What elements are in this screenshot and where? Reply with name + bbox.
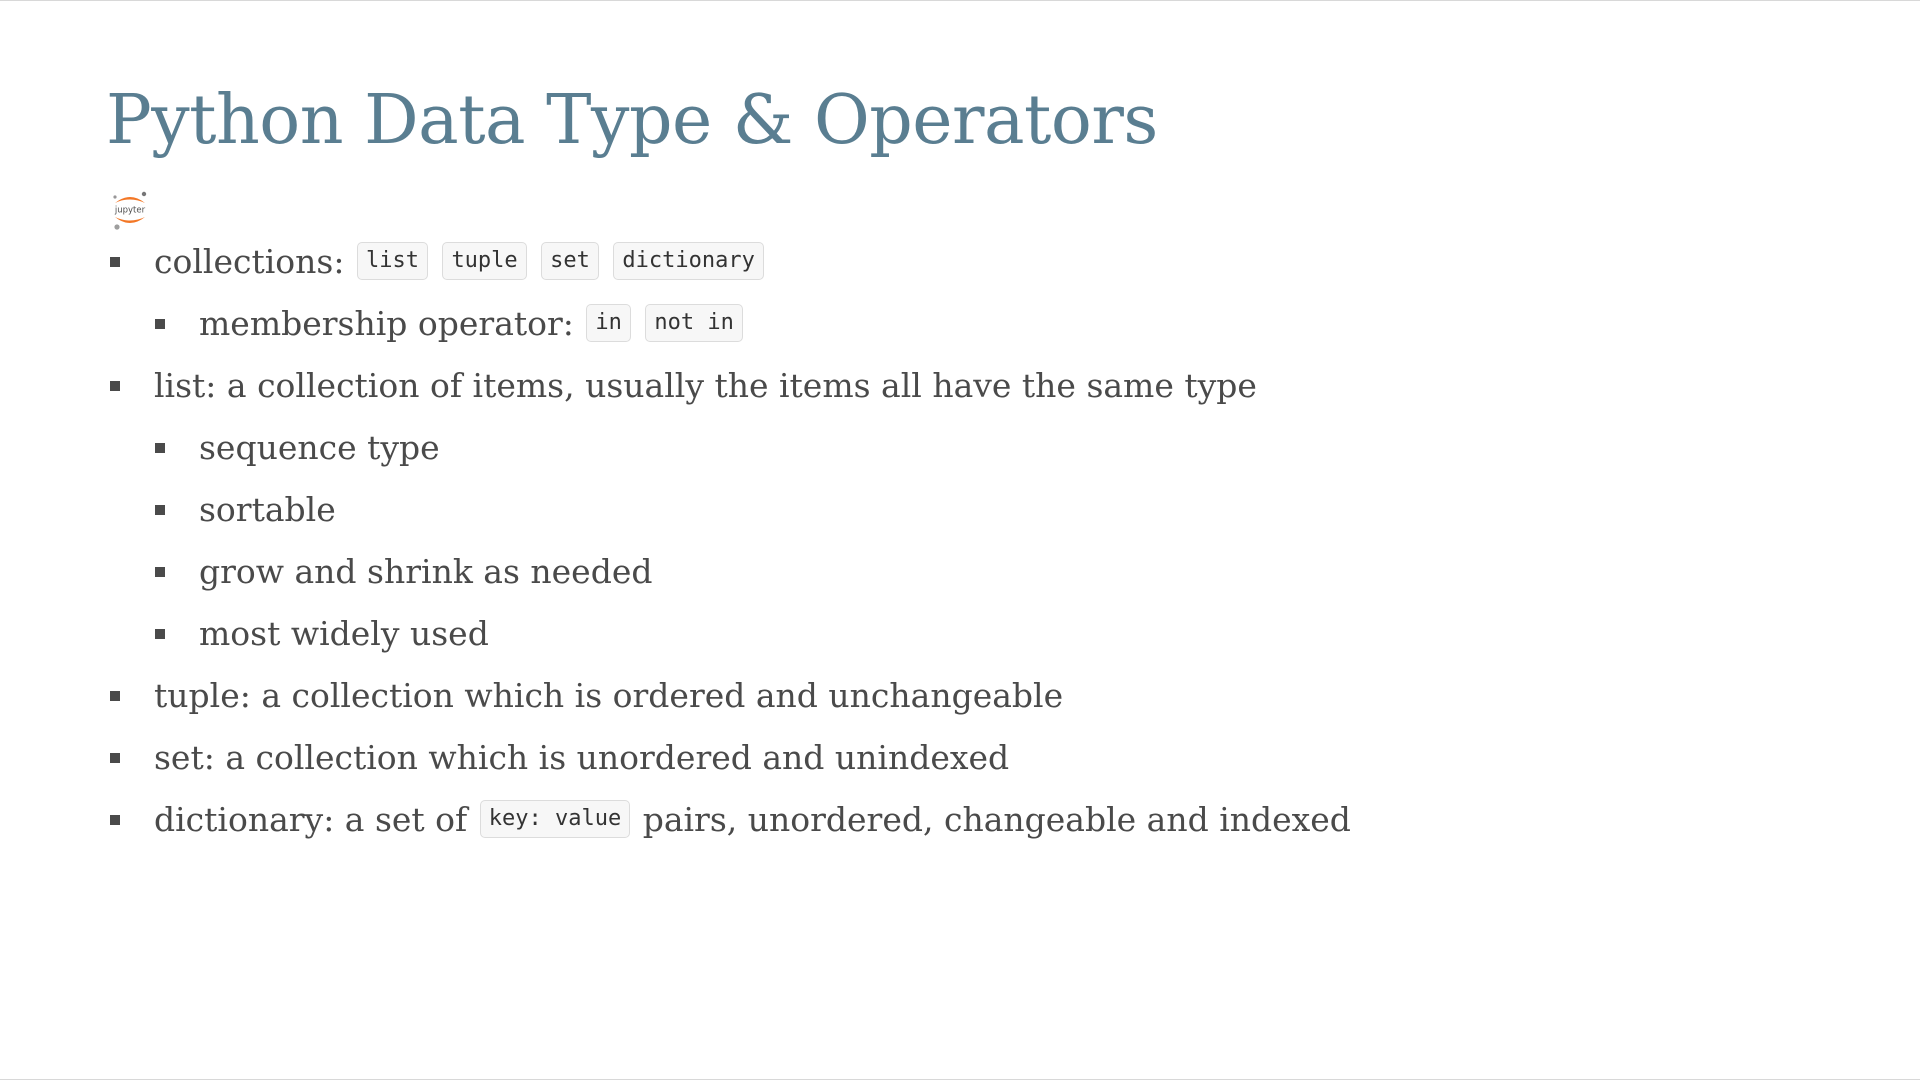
bullet-icon	[155, 629, 165, 639]
item-text: membership operator:	[199, 304, 585, 343]
bullet-icon	[110, 381, 120, 391]
bullet-icon	[110, 691, 120, 701]
slide-title: Python Data Type & Operators	[106, 81, 1158, 160]
list-item-sortable: sortable	[151, 479, 1806, 541]
item-text: grow and shrink as needed	[199, 552, 653, 591]
list-item-collections: collections: list tuple set dictionary m…	[106, 231, 1806, 355]
bullet-list: collections: list tuple set dictionary m…	[106, 231, 1806, 851]
list-item-set: set: a collection which is unordered and…	[106, 727, 1806, 789]
bullet-icon	[155, 505, 165, 515]
list-item-membership-operator: membership operator: in not in	[151, 293, 1806, 355]
code-dictionary: dictionary	[613, 242, 764, 280]
code-tuple: tuple	[442, 242, 527, 280]
code-key-value: key: value	[479, 800, 631, 838]
bullet-icon	[155, 319, 165, 329]
item-text: sortable	[199, 490, 336, 529]
code-list: list	[356, 242, 428, 280]
bullet-icon	[110, 753, 120, 763]
slide: Python Data Type & Operators jupyter col…	[0, 0, 1920, 1080]
item-text: set: a collection which is unordered and…	[154, 738, 1010, 777]
item-text: tuple: a collection which is ordered and…	[154, 676, 1064, 715]
item-text: dictionary: a set of	[154, 800, 478, 839]
item-text-after: pairs, unordered, changeable and indexed	[642, 800, 1351, 839]
list-item-dictionary: dictionary: a set of key: value pairs, u…	[106, 789, 1806, 851]
list-item-list: list: a collection of items, usually the…	[106, 355, 1806, 665]
list-item-tuple: tuple: a collection which is ordered and…	[106, 665, 1806, 727]
code-in: in	[586, 304, 631, 342]
code-set: set	[541, 242, 599, 280]
list-item-sequence-type: sequence type	[151, 417, 1806, 479]
item-text: collections:	[154, 242, 355, 281]
list-item-grow-shrink: grow and shrink as needed	[151, 541, 1806, 603]
jupyter-logo-text: jupyter	[114, 206, 146, 216]
code-not-in: not in	[645, 304, 743, 342]
bullet-icon	[155, 443, 165, 453]
bullet-icon	[110, 257, 120, 267]
bullet-icon	[110, 815, 120, 825]
jupyter-logo-icon: jupyter	[113, 191, 147, 230]
item-text: most widely used	[199, 614, 489, 653]
item-text: list: a collection of items, usually the…	[154, 366, 1257, 405]
list-item-most-widely-used: most widely used	[151, 603, 1806, 665]
item-text: sequence type	[199, 428, 440, 467]
bullet-icon	[155, 567, 165, 577]
